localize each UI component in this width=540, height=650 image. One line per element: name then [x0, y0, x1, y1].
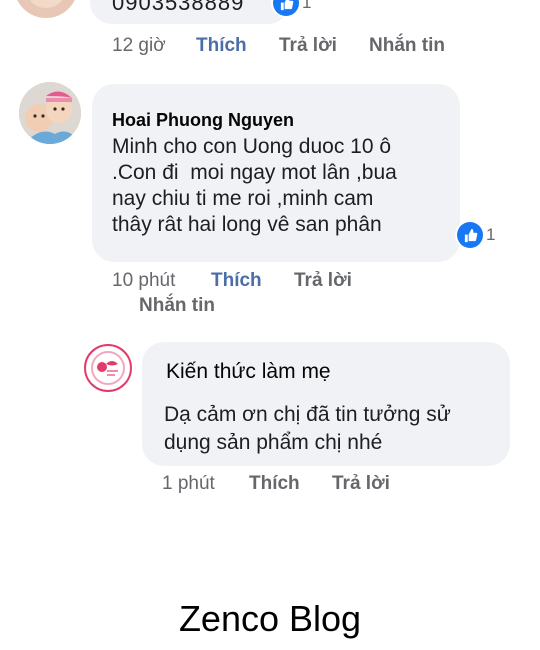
- avatar-kien-thuc[interactable]: [84, 344, 132, 392]
- reply-link-kien-thuc[interactable]: Trả lời: [332, 473, 390, 495]
- comment-line: Minh cho con Uong duoc 10 ô: [112, 135, 392, 158]
- reply-bubble-kien-thuc: Kiến thức làm mẹ Dạ cảm ơn chị đã tin tư…: [142, 342, 510, 466]
- reply-link-hoai-phuong[interactable]: Trả lời: [294, 270, 352, 292]
- like-link-top[interactable]: Thích: [196, 35, 247, 57]
- timestamp-top[interactable]: 12 giờ: [112, 35, 166, 57]
- avatar-top[interactable]: [14, 0, 78, 18]
- reply-line: Dạ cảm ơn chị đã tin tưởng sử: [164, 403, 451, 426]
- brand-logo-avatar: [91, 351, 125, 385]
- watermark-text: Zenco Blog: [178, 598, 362, 639]
- reaction-badge-top[interactable]: 1: [273, 0, 311, 16]
- thumbs-up-icon: [457, 222, 483, 248]
- like-link-kien-thuc[interactable]: Thích: [249, 473, 300, 495]
- comment-actions-hoai-phuong: 10 phút Thích Trả lời Nhắn tin: [112, 270, 532, 320]
- comment-line: .Con đi moi ngay mot lân ,bua: [112, 161, 397, 184]
- message-link-hoai-phuong[interactable]: Nhắn tin: [139, 295, 215, 317]
- reply-author-kien-thuc[interactable]: Kiến thức làm mẹ: [166, 360, 331, 384]
- timestamp-kien-thuc[interactable]: 1 phút: [162, 473, 215, 495]
- comment-bubble-hoai-phuong: Hoai Phuong Nguyen Minh cho con Uong duo…: [92, 84, 460, 262]
- comment-author-hoai-phuong[interactable]: Hoai Phuong Nguyen: [112, 110, 294, 131]
- reaction-count-top: 1: [302, 0, 312, 12]
- reply-actions-kien-thuc: 1 phút Thích Trả lời: [162, 473, 522, 497]
- comment-actions-top: 12 giờ Thích Trả lời Nhắn tin: [112, 35, 532, 59]
- reaction-badge-hoai-phuong[interactable]: 1: [457, 222, 495, 248]
- like-link-hoai-phuong[interactable]: Thích: [211, 270, 262, 292]
- message-link-top[interactable]: Nhắn tin: [369, 35, 445, 57]
- avatar-top-face: [28, 0, 64, 8]
- reply-body-kien-thuc: Dạ cảm ơn chị đã tin tưởng sử dụng sản p…: [164, 401, 451, 457]
- reply-link-top[interactable]: Trả lời: [279, 35, 337, 57]
- comment-body-hoai-phuong: Minh cho con Uong duoc 10 ô .Con đi moi …: [112, 134, 457, 238]
- comment-bubble-top: 0903538889: [90, 0, 290, 24]
- thumbs-up-icon: [273, 0, 299, 16]
- avatar-hoai-phuong[interactable]: [19, 82, 81, 144]
- comment-line: thây rât hai long vê san phân: [112, 213, 382, 236]
- timestamp-hoai-phuong[interactable]: 10 phút: [112, 270, 175, 292]
- avatar-photo: [19, 82, 81, 144]
- comment-line: nay chiu ti me roi ,minh cam: [112, 187, 374, 210]
- comment-text-top: 0903538889: [112, 0, 245, 15]
- reply-line: dụng sản phẩm chị nhé: [164, 431, 383, 454]
- reaction-count-hoai-phuong: 1: [486, 225, 496, 244]
